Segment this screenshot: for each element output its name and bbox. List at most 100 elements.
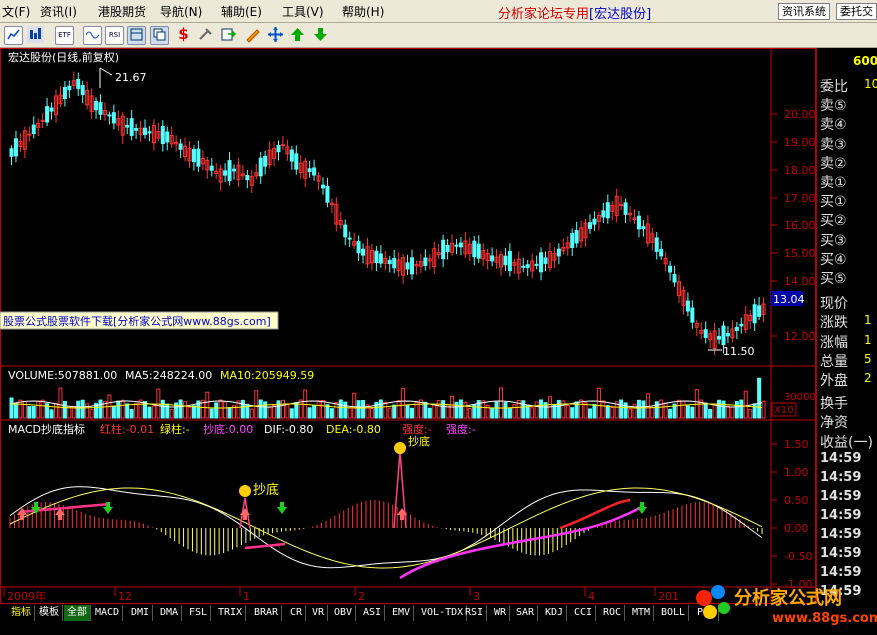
menu-tools[interactable]: 工具(V) — [282, 3, 324, 20]
tab-kdj[interactable]: KDJ — [542, 605, 568, 621]
quote-label: 外盘 — [820, 373, 848, 389]
candle-body — [245, 174, 250, 181]
rsi-icon[interactable]: RSI — [105, 26, 124, 45]
candle-body — [9, 148, 14, 157]
volume-bar — [494, 401, 499, 419]
candle-body — [263, 155, 268, 167]
tab-trix[interactable]: TRIX — [215, 605, 247, 621]
quote-label: 买④ — [820, 251, 847, 268]
volume-bar — [307, 407, 312, 419]
tab-brar[interactable]: BRAR — [251, 605, 283, 621]
copy-icon[interactable] — [150, 26, 169, 45]
wave-icon[interactable] — [83, 26, 102, 45]
quote-label: 卖⑤ — [820, 98, 847, 115]
volume-bar — [592, 403, 597, 419]
tab-vr[interactable]: VR — [309, 605, 329, 621]
down-arrow-icon[interactable] — [312, 26, 329, 43]
macd-magenta-line — [399, 506, 641, 580]
tab-sar[interactable]: SAR — [513, 605, 539, 621]
candle-body — [476, 243, 481, 259]
export-icon[interactable] — [220, 26, 237, 43]
tab-mtm[interactable]: MTM — [629, 605, 655, 621]
candle-body — [45, 106, 50, 123]
volume-bar — [410, 407, 414, 419]
right-panel: 600 委比 10 卖⑤ 卖④ 卖③ 卖② 卖① 买① 买② 买③ 买④ 买⑤ 现价 涨跌 1 涨幅 1 总量 5 外… — [816, 48, 877, 604]
tab-fsl[interactable]: FSL — [186, 605, 212, 621]
rsi-label: RSI — [108, 31, 121, 39]
tab-cr[interactable]: CR — [287, 605, 307, 621]
volume-bar — [156, 388, 161, 419]
entrust-button[interactable]: 委托交 — [836, 3, 877, 20]
tab-dma[interactable]: DMA — [157, 605, 183, 621]
up-arrow-icon[interactable] — [289, 26, 306, 43]
menu-hk-futures[interactable]: 港股期货 — [98, 3, 146, 20]
volume-bar — [454, 401, 459, 419]
logo-ball-yellow — [703, 605, 717, 619]
volume-bar — [214, 402, 219, 419]
volume-bar — [111, 405, 116, 419]
candle-body — [570, 233, 575, 248]
tab-全部[interactable]: 全部 — [64, 605, 91, 621]
menu-info[interactable]: 资讯(I) — [40, 3, 77, 20]
tab-roc[interactable]: ROC — [600, 605, 626, 621]
kline-chart[interactable]: 20.0019.0018.0017.0016.0015.0014.0012.00… — [0, 48, 816, 604]
tab-cci[interactable]: CCI — [571, 605, 597, 621]
tab-指标[interactable]: 指标 — [8, 605, 35, 621]
candle-body — [191, 149, 196, 163]
tab-boll[interactable]: BOLL — [658, 605, 690, 621]
volume-bar — [89, 409, 94, 419]
tab-emv[interactable]: EMV — [389, 605, 415, 621]
tab-asi[interactable]: ASI — [360, 605, 386, 621]
info-system-button[interactable]: 资讯系统 — [778, 3, 830, 20]
volume-bar — [347, 407, 352, 419]
volume-bar — [588, 408, 592, 419]
tab-macd[interactable]: MACD — [92, 605, 124, 621]
volume-bar — [338, 399, 343, 419]
menu-help[interactable]: 帮助(H) — [342, 3, 384, 20]
dollar-icon[interactable]: $ — [175, 26, 192, 43]
macd-dea: DEA:-0.80 — [326, 423, 381, 436]
pen-icon[interactable] — [244, 26, 261, 43]
tab-vol-tdx[interactable]: VOL-TDX — [418, 605, 468, 621]
candle-body — [343, 224, 348, 238]
candle-body — [539, 252, 544, 273]
tab-wr[interactable]: WR — [491, 605, 511, 621]
quote-label: 现价 — [820, 296, 848, 313]
menu-file[interactable]: 文(F) — [2, 3, 30, 20]
quote-label: 卖③ — [820, 136, 847, 153]
price-tick-label: 19.00 — [784, 136, 816, 149]
tab-模板[interactable]: 模板 — [36, 605, 63, 621]
candle-body — [27, 133, 32, 136]
volume-bar — [703, 402, 708, 419]
tick-time: 14:59 — [820, 527, 862, 542]
volume-bar — [561, 400, 566, 419]
menu-assist[interactable]: 辅助(E) — [221, 3, 262, 20]
vol-icon[interactable] — [27, 26, 44, 43]
volume-bar — [129, 408, 134, 419]
volume-bar — [654, 401, 659, 419]
tab-dmi[interactable]: DMI — [128, 605, 154, 621]
move-icon[interactable] — [267, 26, 284, 43]
candle-body — [232, 168, 236, 172]
table-icon[interactable] — [127, 26, 146, 45]
chart-icon[interactable] — [4, 26, 23, 45]
candle-body — [134, 128, 139, 131]
candle-body — [160, 126, 165, 145]
candle-body — [227, 160, 232, 182]
volume-bar — [725, 405, 730, 419]
quote-value: 2 — [864, 371, 872, 385]
tab-rsi[interactable]: RSI — [462, 605, 488, 621]
toolbar: ETF RSI $ — [0, 23, 877, 48]
tab-obv[interactable]: OBV — [331, 605, 357, 621]
volume-bar — [579, 399, 584, 419]
etf-icon[interactable]: ETF — [55, 26, 74, 45]
tools-icon[interactable] — [197, 26, 214, 43]
volume-bar — [605, 405, 610, 419]
candle-body — [752, 304, 757, 324]
candle-body — [445, 244, 450, 253]
macd-tick-label: -0.50 — [784, 550, 812, 563]
volume-bar — [258, 399, 263, 419]
candle-body — [13, 138, 18, 157]
menu-navigate[interactable]: 导航(N) — [160, 3, 202, 20]
candle-body — [280, 144, 285, 147]
